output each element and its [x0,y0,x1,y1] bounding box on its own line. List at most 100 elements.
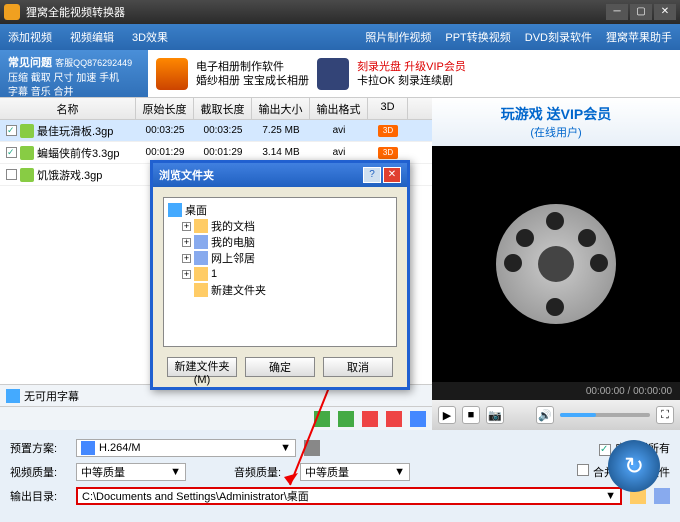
link-apple-helper[interactable]: 狸窝苹果助手 [606,29,672,45]
folder-icon [194,219,208,233]
table-header: 名称 原始长度 截取长度 输出大小 输出格式 3D [0,98,432,120]
tree-item-network[interactable]: +网上邻居 [168,250,392,266]
promo-burn[interactable]: 刻录光盘 升级VIP会员 卡拉OK 刻录连续剧 [357,60,466,88]
col-out-fmt[interactable]: 输出格式 [310,98,368,119]
link-photo-video[interactable]: 照片制作视频 [365,29,431,45]
link-dvd-burn[interactable]: DVD刻录软件 [525,29,592,45]
volume-icon[interactable]: 🔊 [536,406,554,424]
cell-orig: 00:03:25 [136,125,194,136]
dialog-help-button[interactable]: ? [363,167,381,183]
tree-item-newfolder[interactable]: 新建文件夹 [168,282,392,298]
video-preview[interactable] [432,146,680,382]
file-name: 蝙蝠侠前传3.3gp [37,145,120,161]
cancel-button[interactable]: 取消 [323,357,393,377]
titlebar: 狸窝全能视频转换器 ─ ▢ ✕ [0,0,680,24]
expand-icon[interactable]: + [182,270,191,279]
player-controls: ▶ ■ 📷 🔊 ⛶ [432,400,680,430]
app-logo-icon [4,4,20,20]
menu-3d-effect[interactable]: 3D效果 [132,29,168,45]
table-row[interactable]: 最佳玩滑板.3gp 00:03:25 00:03:25 7.25 MB avi … [0,120,432,142]
ok-button[interactable]: 确定 [245,357,315,377]
snapshot-button[interactable]: 📷 [486,406,504,424]
browse-folder-dialog: 浏览文件夹 ? ✕ 桌面 +我的文档 +我的电脑 +网上邻居 +1 新建文件夹 … [150,160,410,390]
promo-game[interactable]: 玩游戏 送VIP会员 (在线用户) [432,98,680,146]
video-quality-select[interactable]: 中等质量▼ [76,463,186,481]
dialog-buttons: 新建文件夹(M) 确定 取消 [163,357,397,377]
file-icon [20,124,34,138]
toolbar: 常见问题 客服QQ876292449 压缩 截取 尺寸 加速 手机 字幕 音乐 … [0,50,680,98]
promo-mid: 电子相册制作软件 婚纱相册 宝宝成长相册 刻录光盘 升级VIP会员 卡拉OK 刻… [148,50,680,97]
folder-tree[interactable]: 桌面 +我的文档 +我的电脑 +网上邻居 +1 新建文件夹 [163,197,397,347]
cell-cut: 00:03:25 [194,125,252,136]
link-ppt-video[interactable]: PPT转换视频 [445,29,510,45]
output-dir-label: 输出目录: [10,488,68,504]
col-cut-len[interactable]: 截取长度 [194,98,252,119]
menu-video-edit[interactable]: 视频编辑 [70,29,114,45]
cell-fmt: avi [310,125,368,136]
album-icon [156,58,188,90]
faq-qq: 客服QQ876292449 [55,58,132,68]
dialog-title: 浏览文件夹 [159,167,361,183]
apply-all-checkbox[interactable] [599,444,611,456]
convert-button[interactable]: ↻ [608,440,660,492]
info-icon[interactable] [410,411,426,427]
network-icon [194,251,208,265]
minimize-button[interactable]: ─ [606,4,628,20]
dialog-titlebar[interactable]: 浏览文件夹 ? ✕ [153,163,407,187]
preset-select[interactable]: H.264/M▼ [76,439,296,457]
close-button[interactable]: ✕ [654,4,676,20]
dialog-close-button[interactable]: ✕ [383,167,401,183]
folder-icon [194,267,208,281]
promo-album[interactable]: 电子相册制作软件 婚纱相册 宝宝成长相册 [196,60,309,88]
row-checkbox[interactable] [6,125,17,136]
tree-item-desktop[interactable]: 桌面 [168,202,392,218]
volume-slider[interactable] [560,413,650,417]
expand-icon[interactable]: + [182,238,191,247]
cell-cut: 00:01:29 [194,147,252,158]
cell-orig: 00:01:29 [136,147,194,158]
play-button[interactable]: ▶ [438,406,456,424]
menubar: 添加视频 视频编辑 3D效果 照片制作视频 PPT转换视频 DVD刻录软件 狸窝… [0,24,680,50]
tree-item-mydocs[interactable]: +我的文档 [168,218,392,234]
film-reel-icon [496,204,616,324]
col-3d[interactable]: 3D [368,98,408,119]
file-name: 最佳玩滑板.3gp [37,123,113,139]
fullscreen-button[interactable]: ⛶ [656,406,674,424]
cell-size: 7.25 MB [252,125,310,136]
video-quality-label: 视频质量: [10,464,68,480]
faq-heading: 常见问题 [8,57,52,69]
desktop-icon [168,203,182,217]
col-orig-len[interactable]: 原始长度 [136,98,194,119]
menu-add-video[interactable]: 添加视频 [8,29,52,45]
preset-icon [81,441,95,455]
stop-button[interactable]: ■ [462,406,480,424]
preview-pane: 玩游戏 送VIP会员 (在线用户) 00:00:00 / 00:00:00 ▶ … [432,98,680,430]
expand-icon[interactable]: + [182,254,191,263]
merge-checkbox[interactable] [577,464,589,476]
badge-3d-icon[interactable]: 3D [378,125,398,137]
time-display: 00:00:00 / 00:00:00 [432,382,680,400]
file-name: 饥饿游戏.3gp [37,167,102,183]
row-checkbox[interactable] [6,169,17,180]
badge-3d-icon[interactable]: 3D [378,147,398,159]
dialog-body: 桌面 +我的文档 +我的电脑 +网上邻居 +1 新建文件夹 新建文件夹(M) 确… [153,187,407,387]
new-folder-button[interactable]: 新建文件夹(M) [167,357,237,377]
tree-item-mycomputer[interactable]: +我的电脑 [168,234,392,250]
open-folder-icon[interactable] [654,488,670,504]
faq-panel[interactable]: 常见问题 客服QQ876292449 压缩 截取 尺寸 加速 手机 字幕 音乐 … [0,50,148,97]
col-name[interactable]: 名称 [0,98,136,119]
tree-item-one[interactable]: +1 [168,266,392,282]
subtitle-text: 无可用字幕 [24,388,79,404]
col-out-size[interactable]: 输出大小 [252,98,310,119]
top-links: 照片制作视频 PPT转换视频 DVD刻录软件 狸窝苹果助手 [365,29,672,45]
burn-icon [317,58,349,90]
file-icon [20,146,34,160]
maximize-button[interactable]: ▢ [630,4,652,20]
faq-line1: 压缩 截取 尺寸 加速 手机 [8,72,140,86]
folder-icon [194,283,208,297]
row-checkbox[interactable] [6,147,17,158]
file-icon [20,168,34,182]
computer-icon [194,235,208,249]
expand-icon[interactable]: + [182,222,191,231]
preset-label: 预置方案: [10,440,68,456]
